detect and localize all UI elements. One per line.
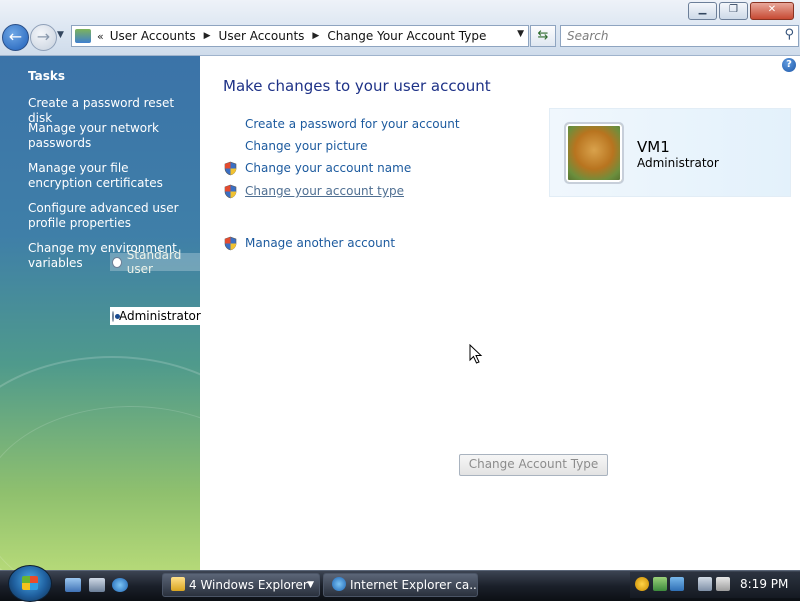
link-manage-another-account[interactable]: Manage another account [245,236,395,250]
taskbar-internet-explorer[interactable]: Internet Explorer ca... [323,573,478,597]
administrator-radio[interactable] [112,310,120,322]
address-dropdown-icon[interactable]: ▼ [517,29,524,39]
breadcrumb-user-accounts-1[interactable]: User Accounts [110,29,196,43]
recent-pages-dropdown[interactable]: ▼ [57,30,64,40]
breadcrumb-separator-icon[interactable]: ▶ [204,31,211,41]
search-placeholder: Search [567,29,609,43]
back-button[interactable]: ← [2,24,29,51]
address-chevron[interactable]: « [97,30,104,43]
start-button[interactable] [8,565,52,602]
windows-defender-icon[interactable] [653,577,667,591]
network-disconnected-icon[interactable] [698,577,712,591]
window-controls: ▁ ❐ ✕ [688,2,794,20]
link-change-account-name[interactable]: Change your account name [245,161,411,175]
refresh-icon: ⇆ [537,28,549,43]
minimize-button[interactable]: ▁ [688,2,717,20]
help-icon[interactable]: ? [782,58,796,72]
search-input[interactable]: Search ⚲ [560,25,799,47]
arrow-right-icon: → [36,27,51,46]
page-title: Make changes to your user account [223,77,491,95]
sidebar-link-network-passwords[interactable]: Manage your network passwords [28,121,188,151]
uac-shield-icon [224,236,237,251]
sidebar-decoration [0,406,200,570]
breadcrumb-separator-icon[interactable]: ▶ [312,31,319,41]
sidebar-link-encryption-certificates[interactable]: Manage your file encryption certificates [28,161,188,191]
uac-shield-icon [224,184,237,199]
taskbar-clock[interactable]: 8:19 PM [740,577,788,591]
change-account-type-button[interactable]: Change Account Type [459,454,608,476]
windows-logo-icon [22,576,38,590]
show-desktop-icon[interactable] [65,578,81,592]
link-change-picture[interactable]: Change your picture [245,139,367,153]
user-role: Administrator [637,156,719,170]
standard-user-option[interactable]: Standard user [110,248,200,276]
internet-explorer-icon[interactable] [112,578,128,592]
internet-explorer-icon [332,577,346,591]
group-dropdown-icon: ▼ [307,580,314,590]
taskbar-explorer-group[interactable]: 4 Windows Explorer ▼ [162,573,320,597]
control-panel-icon [75,29,91,43]
mouse-cursor-icon [469,344,483,364]
folder-icon [171,577,185,591]
explorer-toolbar: ▁ ❐ ✕ ← → ▼ « User Accounts ▶ User Accou… [0,0,800,56]
arrow-left-icon: ← [8,27,23,46]
administrator-label: Administrator [119,309,201,323]
user-name: VM1 [637,138,670,156]
security-alert-icon[interactable] [635,577,649,591]
sidebar-gadgets-icon[interactable] [670,577,684,591]
explorer-group-label: 4 Windows Explorer [189,578,308,592]
close-button[interactable]: ✕ [750,2,794,20]
sidebar-link-profile-properties[interactable]: Configure advanced user profile properti… [28,201,188,231]
standard-user-radio[interactable] [112,256,122,268]
link-change-account-type[interactable]: Change your account type [245,184,404,198]
avatar [564,122,624,184]
refresh-button[interactable]: ⇆ [530,25,556,47]
forward-button[interactable]: → [30,24,57,51]
standard-user-label: Standard user [126,248,182,276]
switch-windows-icon[interactable] [89,578,105,592]
administrator-option[interactable]: Administrator [110,307,201,325]
user-account-card: VM1 Administrator [549,108,791,197]
maximize-button[interactable]: ❐ [719,2,748,20]
volume-muted-icon[interactable] [716,577,730,591]
ie-window-label: Internet Explorer ca... [350,578,478,592]
search-icon[interactable]: ⚲ [784,27,794,42]
breadcrumb-user-accounts-2[interactable]: User Accounts [219,29,305,43]
uac-shield-icon [224,161,237,176]
breadcrumb-change-account-type[interactable]: Change Your Account Type [327,29,486,43]
address-bar[interactable]: « User Accounts ▶ User Accounts ▶ Change… [71,25,529,47]
link-create-password[interactable]: Create a password for your account [245,117,460,131]
tasks-heading: Tasks [28,69,66,83]
